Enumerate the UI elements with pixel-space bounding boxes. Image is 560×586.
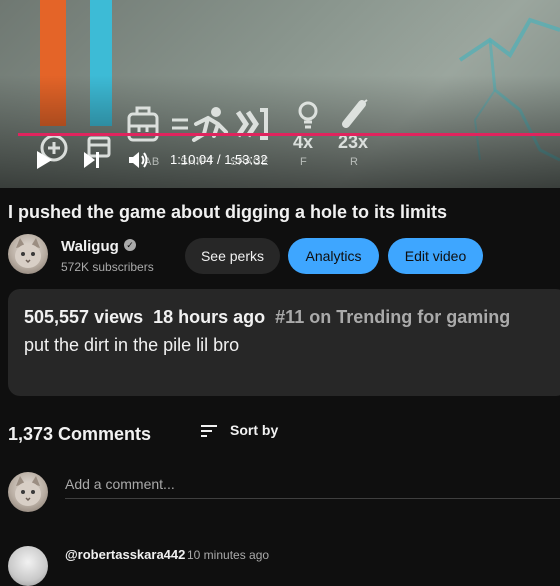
view-count: 505,557 views — [24, 307, 144, 327]
sprint-icon — [172, 107, 228, 142]
edit-video-button[interactable]: Edit video — [388, 238, 483, 274]
channel-name[interactable]: Waligug — [61, 238, 119, 255]
video-player[interactable]: AB SHIFT SPACE 4x F 23x R 1:10:04 / 1:53… — [0, 0, 560, 188]
current-time: 1:10:04 — [170, 152, 214, 167]
description-meta: 505,557 views 18 hours ago #11 on Trendi… — [24, 307, 510, 328]
play-icon[interactable] — [35, 150, 53, 170]
sort-label: Sort by — [230, 422, 279, 438]
volume-icon[interactable] — [128, 151, 150, 169]
video-title: I pushed the game about digging a hole t… — [8, 202, 448, 222]
cat-avatar-icon — [15, 238, 41, 268]
cat-avatar-icon — [15, 476, 41, 506]
time-separator: / — [213, 152, 225, 167]
subscriber-count: 572K subscribers — [61, 260, 154, 274]
upload-age: 18 hours ago — [153, 307, 266, 327]
description-text: put the dirt in the pile lil bro — [24, 335, 240, 355]
description-panel[interactable]: 505,557 views 18 hours ago #11 on Trendi… — [8, 289, 560, 396]
lightbulb-icon — [298, 101, 318, 129]
next-icon[interactable] — [82, 151, 102, 169]
player-controls: 1:10:04 / 1:53:32 — [0, 146, 560, 172]
see-perks-button[interactable]: See perks — [185, 238, 280, 274]
jump-icon — [235, 108, 268, 140]
comments-count: 1,373 Comments — [8, 424, 152, 444]
trending-badge[interactable]: #11 on Trending for gaming — [275, 307, 510, 327]
sort-button[interactable]: Sort by — [200, 422, 278, 438]
verified-check-icon: ✓ — [124, 239, 136, 251]
time-display: 1:10:04 / 1:53:32 — [170, 152, 268, 167]
duration: 1:53:32 — [224, 152, 268, 167]
backpack-icon — [127, 106, 159, 142]
progress-bar[interactable] — [18, 133, 560, 136]
channel-avatar[interactable] — [8, 234, 48, 274]
dynamite-icon — [342, 99, 368, 128]
commenter-avatar[interactable] — [8, 546, 48, 586]
user-avatar — [8, 472, 48, 512]
sort-icon — [201, 425, 217, 437]
add-comment-input[interactable]: Add a comment... — [65, 476, 560, 499]
analytics-button[interactable]: Analytics — [288, 238, 379, 274]
